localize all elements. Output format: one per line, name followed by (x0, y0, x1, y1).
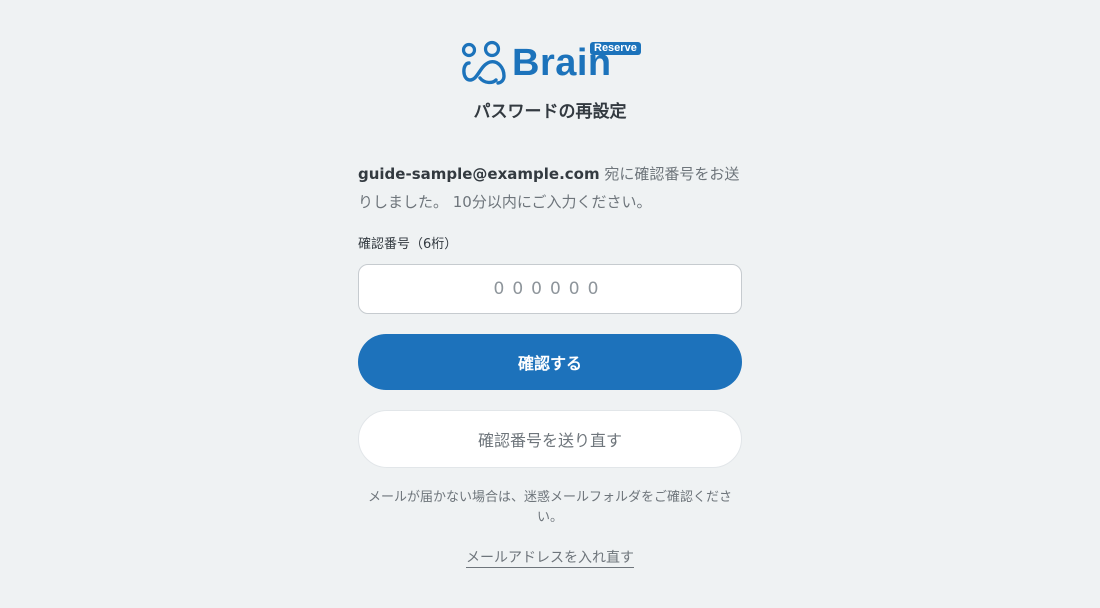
spam-folder-note: メールが届かない場合は、迷惑メールフォルダをご確認ください。 (367, 490, 732, 525)
reserve-badge: Reserve (590, 42, 641, 55)
page-title: パスワードの再設定 (473, 102, 627, 122)
code-field-label: 確認番号（6桁） (358, 237, 458, 252)
reenter-email-link[interactable]: メールアドレスを入れ直す (466, 550, 634, 568)
email-address: guide-sample@example.com (358, 165, 600, 183)
confirm-button[interactable]: 確認する (358, 334, 742, 390)
brand-logo: Brain Reserve (460, 40, 642, 86)
reenter-email-container: メールアドレスを入れ直す (358, 548, 742, 568)
verification-form: guide-sample@example.com 宛に確認番号をお送りしました。… (358, 160, 742, 568)
brain-logo-icon (461, 40, 506, 85)
sent-message: guide-sample@example.com 宛に確認番号をお送りしました。… (358, 160, 742, 216)
verification-code-input[interactable] (358, 264, 742, 314)
resend-code-button[interactable]: 確認番号を送り直す (358, 410, 742, 468)
password-reset-page: Brain Reserve パスワードの再設定 guide-sample@exa… (0, 0, 1100, 608)
